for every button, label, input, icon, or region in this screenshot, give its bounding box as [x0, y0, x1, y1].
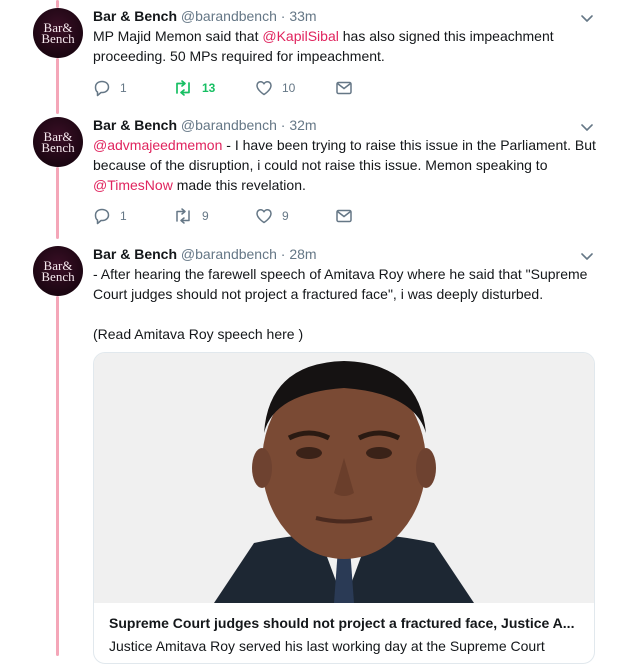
timestamp[interactable]: 33m: [289, 8, 316, 24]
tweet-header: Bar & Bench @barandbench · 32m: [93, 117, 317, 133]
separator: ·: [280, 117, 286, 133]
like-count: 10: [282, 81, 296, 95]
author-handle[interactable]: @barandbench: [181, 246, 277, 262]
card-description: Justice Amitava Roy served his last work…: [109, 638, 545, 654]
mention-link[interactable]: @TimesNow: [93, 177, 173, 193]
like-button[interactable]: 9: [255, 207, 289, 225]
avatar[interactable]: Bar& Bench: [33, 8, 83, 58]
tweet-header: Bar & Bench @barandbench · 28m: [93, 246, 317, 262]
tweet-text: MP Majid Memon said that @KapilSibal has…: [93, 26, 603, 66]
caret-down-icon[interactable]: [580, 249, 594, 263]
text-segment: MP Majid Memon said that: [93, 28, 263, 44]
reply-icon: [94, 208, 110, 225]
reply-button[interactable]: 1: [93, 207, 127, 225]
card-title[interactable]: Supreme Court judges should not project …: [109, 615, 579, 631]
tweet-text: - After hearing the farewell speech of A…: [93, 266, 588, 302]
timestamp[interactable]: 32m: [289, 117, 316, 133]
avatar[interactable]: Bar& Bench: [33, 117, 83, 167]
author-handle[interactable]: @barandbench: [181, 117, 277, 133]
author-handle[interactable]: @barandbench: [181, 8, 277, 24]
avatar-text: Bench: [41, 269, 75, 284]
portrait-image: [94, 353, 594, 603]
tweet[interactable]: Bar& Bench Bar & Bench @barandbench · 32…: [0, 110, 627, 240]
direct-message-icon: [336, 81, 352, 95]
tweet-header: Bar & Bench @barandbench · 33m: [93, 8, 317, 24]
timestamp[interactable]: 28m: [289, 246, 316, 262]
avatar[interactable]: Bar& Bench: [33, 246, 83, 296]
retweet-count: 9: [202, 209, 209, 223]
separator: ·: [280, 8, 286, 24]
reply-button[interactable]: 1: [93, 79, 127, 97]
retweet-icon: [176, 80, 190, 96]
avatar-text: Bench: [41, 140, 75, 155]
direct-message-button[interactable]: [335, 207, 353, 225]
retweet-count: 13: [202, 81, 216, 95]
direct-message-button[interactable]: [335, 79, 353, 97]
like-count: 9: [282, 209, 289, 223]
caret-down-icon[interactable]: [580, 120, 594, 134]
retweet-icon: [176, 208, 190, 224]
tweet-text: @advmajeedmemon - I have been trying to …: [93, 135, 603, 195]
retweet-button[interactable]: 9: [173, 207, 209, 225]
tweet-text-link-line: (Read Amitava Roy speech here ): [93, 326, 304, 342]
mention-link[interactable]: @KapilSibal: [262, 28, 338, 44]
retweet-button[interactable]: 13: [173, 79, 215, 97]
like-button[interactable]: 10: [255, 79, 295, 97]
tweet[interactable]: Bar& Bench Bar & Bench @barandbench · 33…: [0, 0, 627, 110]
mention-link[interactable]: @advmajeedmemon: [93, 137, 222, 153]
author-name[interactable]: Bar & Bench: [93, 117, 177, 133]
separator: ·: [280, 246, 286, 262]
card-image: [94, 353, 594, 603]
link-card[interactable]: Supreme Court judges should not project …: [93, 352, 595, 664]
reply-count: 1: [120, 81, 127, 95]
author-name[interactable]: Bar & Bench: [93, 8, 177, 24]
reply-count: 1: [120, 209, 127, 223]
author-name[interactable]: Bar & Bench: [93, 246, 177, 262]
reply-icon: [94, 80, 110, 97]
like-icon: [256, 209, 272, 224]
text-segment: made this revelation.: [172, 177, 306, 193]
like-icon: [256, 81, 272, 96]
direct-message-icon: [336, 209, 352, 223]
caret-down-icon[interactable]: [580, 11, 594, 25]
avatar-text: Bench: [41, 31, 75, 46]
